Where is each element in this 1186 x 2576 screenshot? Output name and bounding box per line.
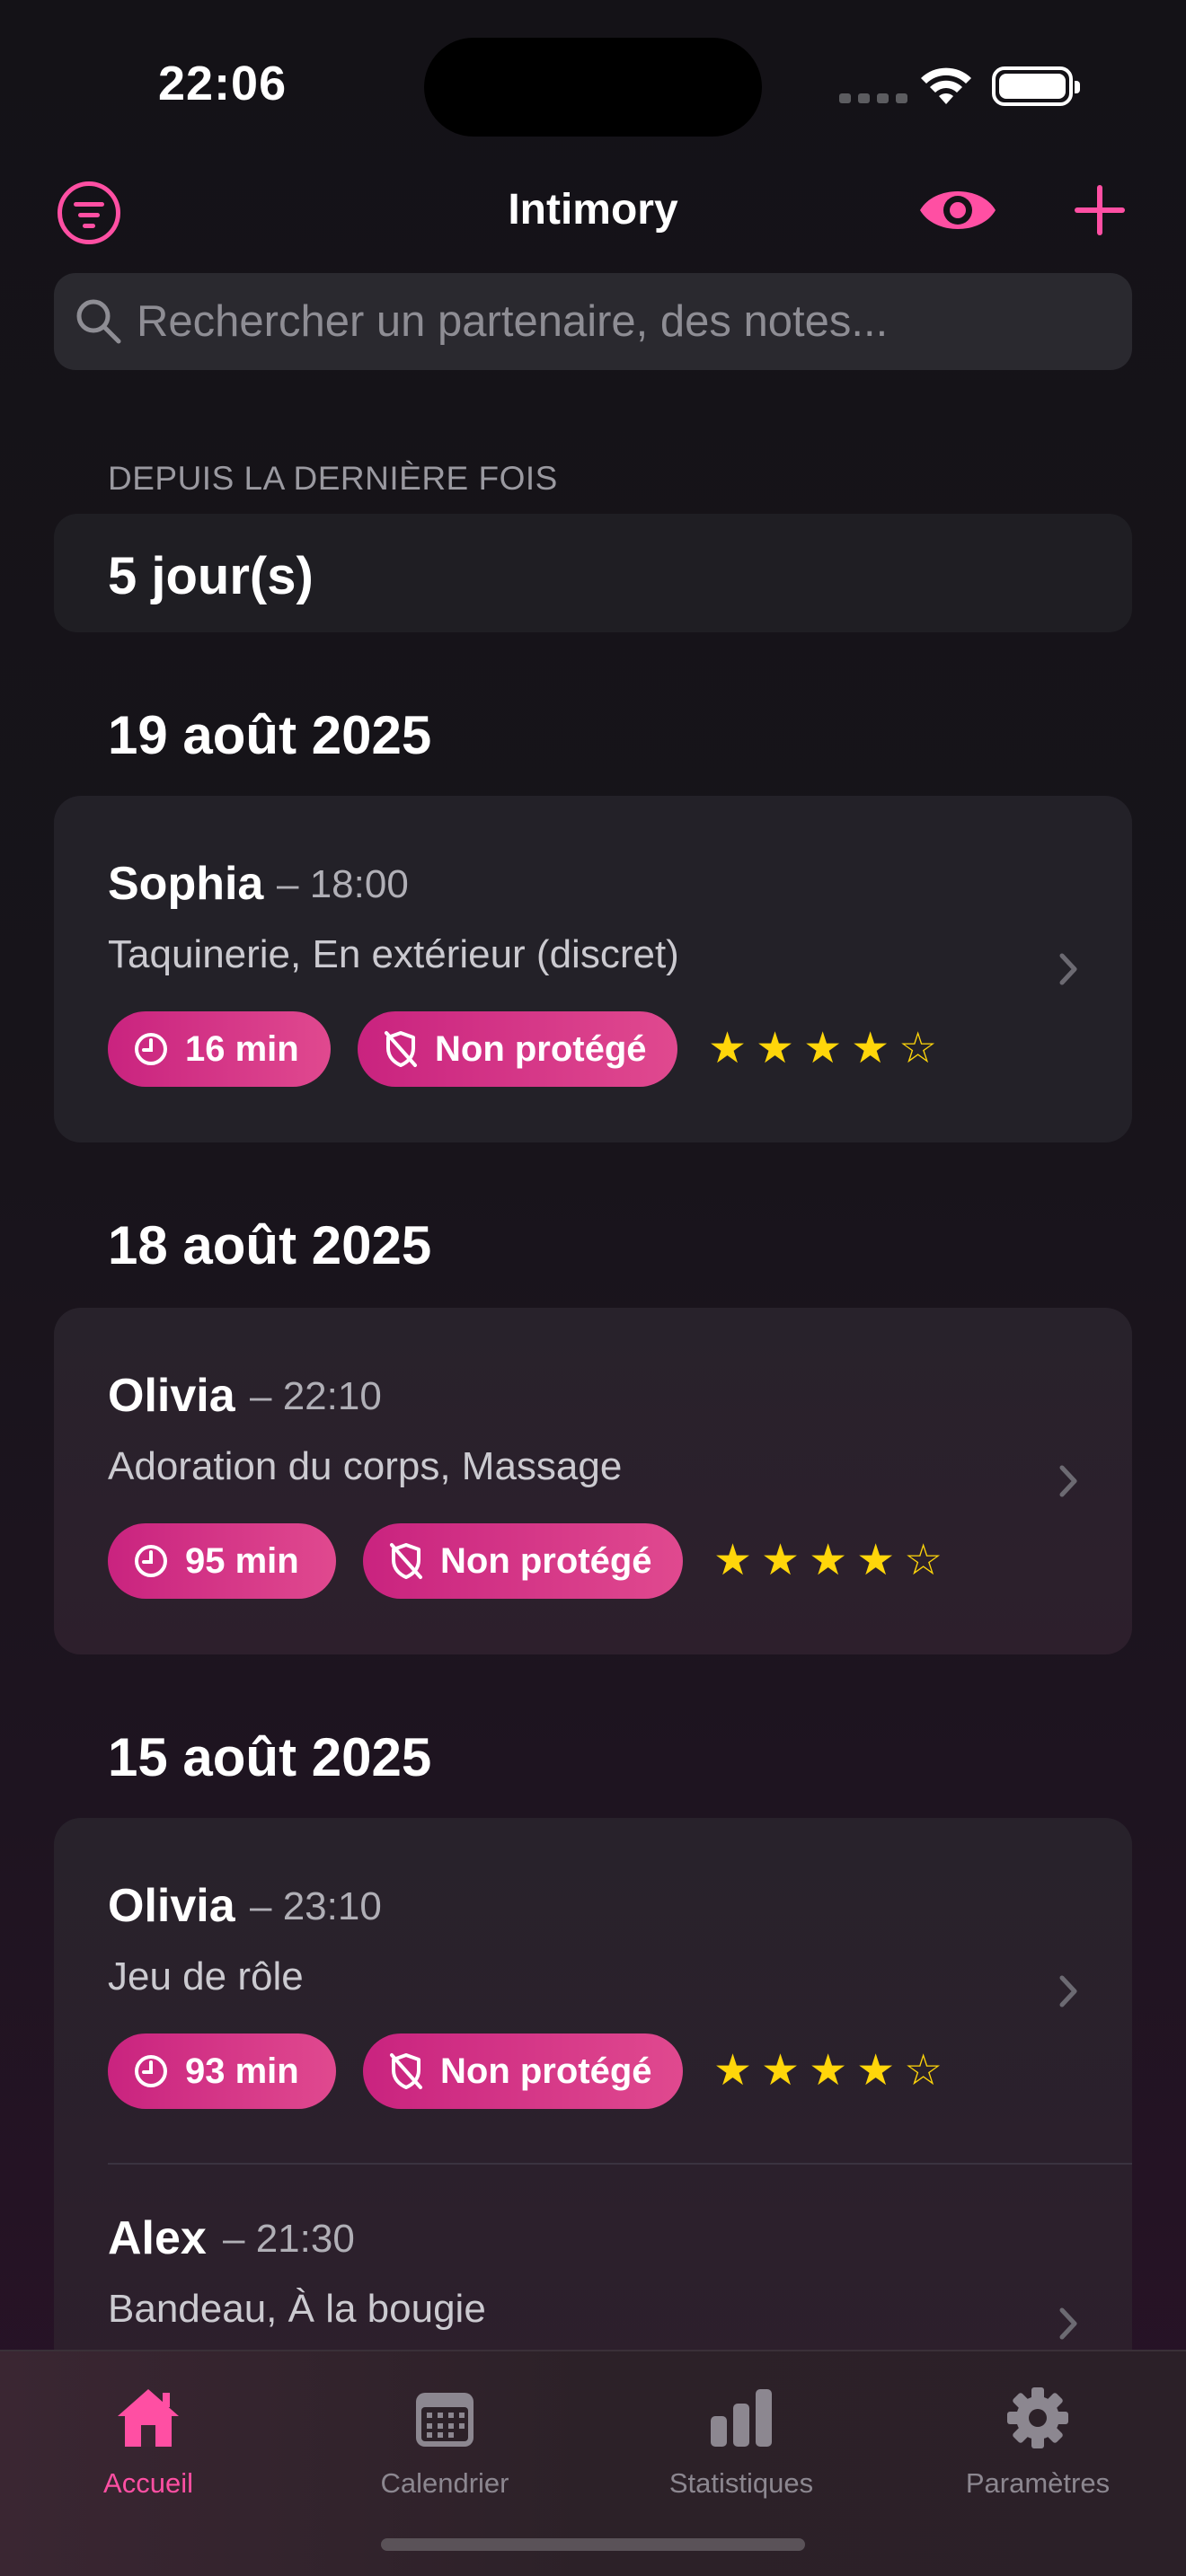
entry-card[interactable]: Olivia – 22:10 Adoration du corps, Massa…: [54, 1308, 1132, 1654]
page-title: Intimory: [508, 186, 678, 234]
entry-tags: Adoration du corps, Massage: [108, 1444, 623, 1488]
since-last-value: 5 jour(s): [108, 547, 314, 605]
clock-icon: [135, 1545, 167, 1577]
calendar-icon: [416, 2393, 474, 2447]
entry-time: – 23:10: [250, 1884, 382, 1928]
entry-time: – 22:10: [250, 1374, 382, 1418]
star-filled-icon: ★: [851, 1025, 890, 1072]
status-time: 22:06: [158, 57, 288, 110]
date-header: 19 août 2025: [108, 705, 432, 765]
duration-badge: 95 min: [108, 1523, 336, 1599]
duration-value: 16 min: [185, 1028, 299, 1069]
entry-time: – 18:00: [277, 862, 409, 906]
since-last-caption: DEPUIS LA DERNIÈRE FOIS: [108, 460, 558, 497]
star-filled-icon: ★: [761, 1537, 801, 1584]
star-filled-icon: ★: [761, 2047, 801, 2095]
duration-value: 93 min: [185, 2051, 299, 2091]
star-empty-icon: ☆: [904, 2047, 943, 2095]
tab-label: Calendrier: [380, 2467, 509, 2499]
star-filled-icon: ★: [809, 1537, 848, 1584]
search-icon: [76, 299, 121, 344]
chevron-right-icon: [1059, 1975, 1077, 2007]
star-filled-icon: ★: [756, 1025, 795, 1072]
entry-tags: Bandeau, À la bougie: [108, 2287, 486, 2331]
duration-value: 95 min: [185, 1540, 299, 1581]
shield-slash-icon: [385, 1031, 417, 1067]
star-filled-icon: ★: [856, 2047, 896, 2095]
star-filled-icon: ★: [713, 2047, 753, 2095]
star-filled-icon: ★: [713, 1537, 753, 1584]
clock-icon: [135, 1033, 167, 1065]
wifi-icon: [921, 67, 971, 104]
star-filled-icon: ★: [809, 2047, 848, 2095]
protection-value: Non protégé: [440, 1540, 652, 1581]
tab-accueil[interactable]: Accueil: [36, 2373, 261, 2500]
entry-tags: Taquinerie, En extérieur (discret): [108, 932, 679, 976]
protection-value: Non protégé: [440, 2051, 652, 2091]
chevron-right-icon: [1059, 953, 1077, 985]
cellular-signal-icon: [839, 93, 907, 103]
star-rating: ★ ★ ★ ★ ☆: [713, 2044, 943, 2098]
list-item[interactable]: Alex – 21:30 Bandeau, À la bougie: [54, 2165, 1132, 2375]
list-item[interactable]: Olivia – 23:10 Jeu de rôle 93 min Non pr…: [54, 1818, 1132, 2165]
clock-icon: [135, 2055, 167, 2087]
entry-card[interactable]: Olivia – 23:10 Jeu de rôle 93 min Non pr…: [54, 1818, 1132, 2375]
star-filled-icon: ★: [856, 1537, 896, 1584]
tab-label: Accueil: [103, 2467, 193, 2499]
dynamic-island: [424, 38, 762, 137]
since-last-card: 5 jour(s): [54, 514, 1132, 632]
entry-card[interactable]: Sophia – 18:00 Taquinerie, En extérieur …: [54, 796, 1132, 1142]
date-header: 18 août 2025: [108, 1215, 432, 1275]
duration-badge: 16 min: [108, 1011, 331, 1087]
add-entry-button[interactable]: [1075, 185, 1125, 235]
star-filled-icon: ★: [708, 1025, 748, 1072]
star-rating: ★ ★ ★ ★ ☆: [708, 1022, 937, 1076]
chevron-right-icon: [1059, 1465, 1077, 1497]
protection-badge: Non protégé: [363, 2033, 683, 2109]
entry-tags: Jeu de rôle: [108, 1954, 304, 1998]
tab-statistiques[interactable]: Statistiques: [629, 2373, 854, 2500]
chart-bars-icon: [711, 2389, 772, 2447]
search-input[interactable]: [137, 273, 1107, 370]
partner-name: Alex: [108, 2212, 207, 2264]
list-item[interactable]: Olivia – 22:10 Adoration du corps, Massa…: [54, 1308, 1132, 1654]
shield-slash-icon: [390, 1543, 422, 1579]
star-filled-icon: ★: [803, 1025, 843, 1072]
list-item[interactable]: Sophia – 18:00 Taquinerie, En extérieur …: [54, 796, 1132, 1142]
duration-badge: 93 min: [108, 2033, 336, 2109]
partner-name: Sophia: [108, 858, 264, 910]
search-bar[interactable]: [54, 273, 1132, 370]
tab-calendrier[interactable]: Calendrier: [332, 2373, 557, 2500]
protection-badge: Non protégé: [358, 1011, 677, 1087]
star-empty-icon: ☆: [904, 1537, 943, 1584]
tab-label: Paramètres: [965, 2467, 1111, 2499]
entry-time: – 21:30: [223, 2217, 355, 2261]
protection-badge: Non protégé: [363, 1523, 683, 1599]
home-indicator: [381, 2538, 805, 2551]
tab-parametres[interactable]: Paramètres: [925, 2373, 1150, 2500]
partner-name: Olivia: [108, 1880, 235, 1932]
chevron-right-icon: [1059, 2307, 1077, 2340]
gear-icon: [1007, 2387, 1068, 2448]
protection-value: Non protégé: [435, 1028, 647, 1069]
battery-icon: [992, 66, 1080, 106]
shield-slash-icon: [390, 2053, 422, 2089]
date-header: 15 août 2025: [108, 1727, 432, 1787]
house-icon: [118, 2389, 179, 2447]
star-empty-icon: ☆: [898, 1025, 938, 1072]
eye-icon[interactable]: [916, 180, 999, 241]
star-rating: ★ ★ ★ ★ ☆: [713, 1534, 943, 1588]
partner-name: Olivia: [108, 1370, 235, 1422]
tab-label: Statistiques: [668, 2467, 814, 2499]
